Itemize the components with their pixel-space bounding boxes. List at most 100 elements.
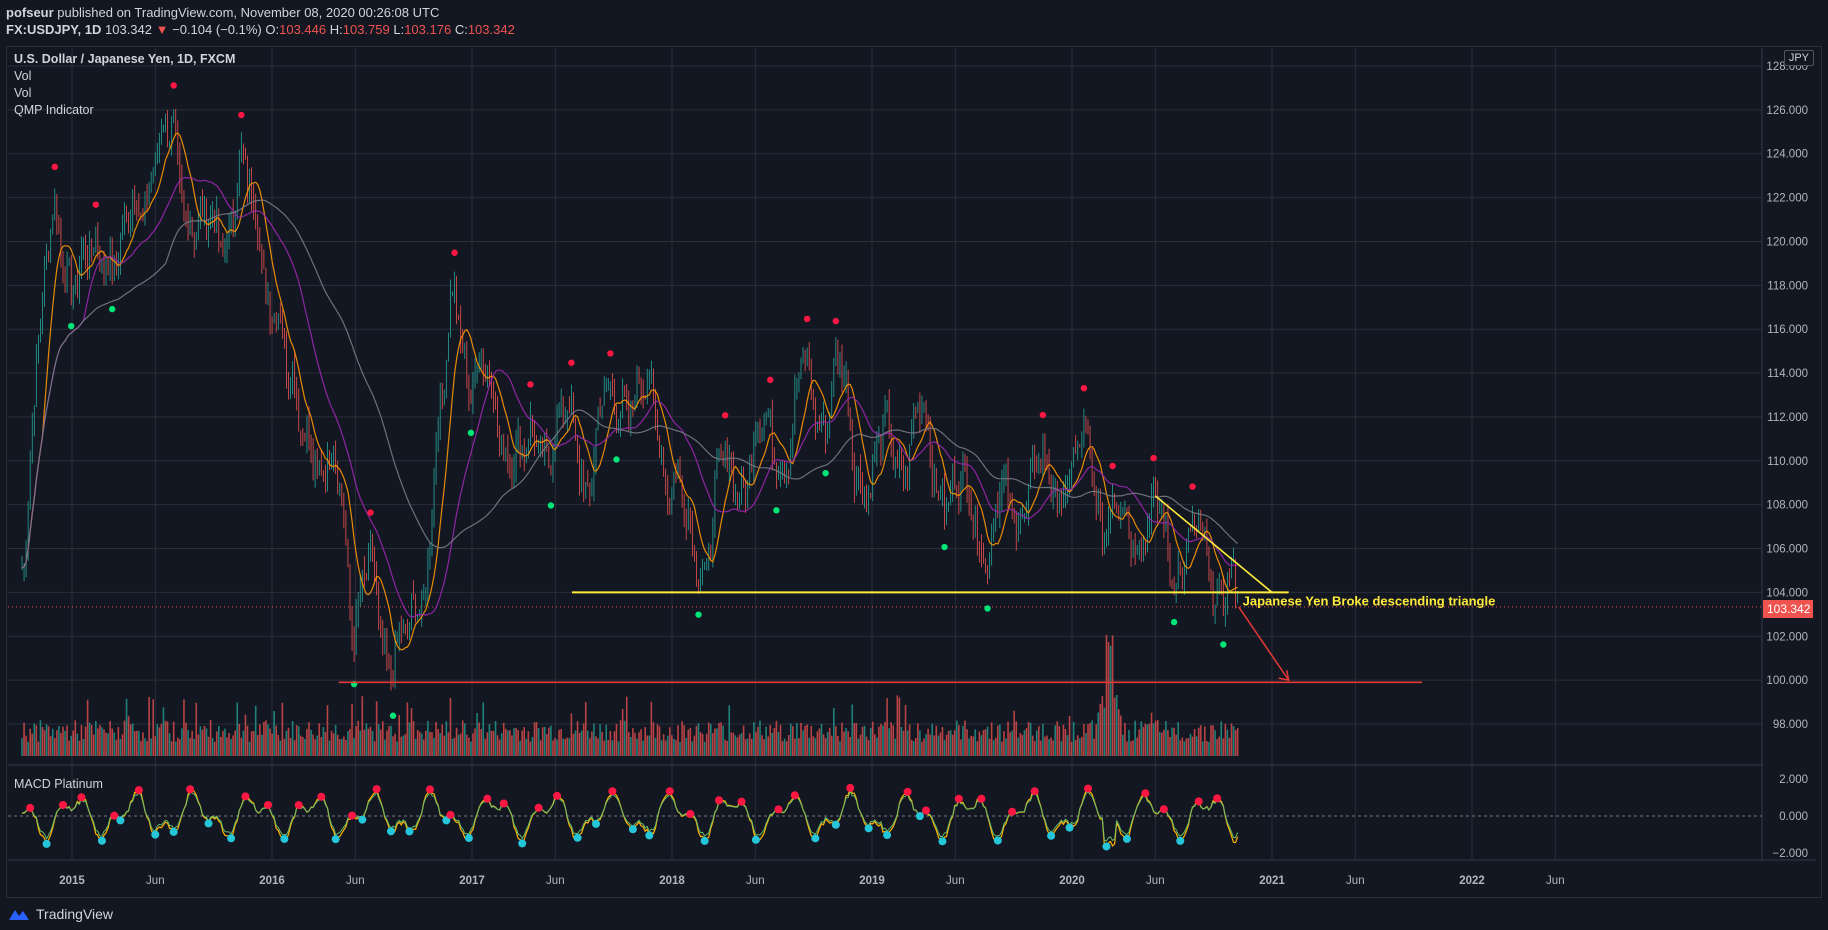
- volume-bar: [404, 733, 407, 756]
- volume-bar: [630, 736, 632, 756]
- volume-bar: [958, 725, 960, 756]
- volume-bar: [107, 733, 109, 756]
- macd-trough-dot: [116, 816, 125, 825]
- volume-bar: [1015, 721, 1018, 756]
- volume-bar: [373, 741, 376, 756]
- volume-bar: [43, 730, 46, 756]
- legend-item-vol[interactable]: Vol: [14, 68, 235, 85]
- volume-bar: [474, 728, 476, 756]
- volume-bar: [824, 738, 827, 756]
- volume-bar: [960, 739, 962, 756]
- volume-bar: [769, 725, 772, 756]
- volume-bar: [396, 741, 398, 756]
- volume-bar: [203, 725, 206, 756]
- volume-bar: [31, 733, 34, 756]
- volume-bar: [418, 731, 421, 756]
- volume-bar: [326, 705, 329, 756]
- volume-bar: [222, 730, 224, 756]
- sell-signal-dot: [527, 381, 534, 388]
- macd-peak-dot: [954, 794, 963, 803]
- macd-legend-title[interactable]: MACD Platinum: [14, 777, 103, 791]
- volume-bar: [406, 702, 409, 756]
- volume-bar: [587, 730, 589, 756]
- volume-bar: [468, 737, 470, 756]
- volume-bar: [712, 733, 714, 756]
- volume-bar: [732, 732, 735, 756]
- volume-bar: [90, 724, 93, 756]
- volume-bar: [1046, 735, 1048, 756]
- volume-bar: [589, 738, 591, 756]
- volume-bar: [439, 733, 441, 756]
- volume-bar: [767, 736, 769, 756]
- volume-bar: [1216, 739, 1218, 756]
- volume-bar: [728, 705, 731, 756]
- time-tick-label: 2015: [59, 875, 85, 887]
- macd-trough-dot: [97, 836, 106, 845]
- volume-bar: [445, 721, 448, 756]
- volume-bar: [658, 726, 661, 756]
- volume-bar: [660, 740, 663, 756]
- macd-line: [21, 785, 1239, 848]
- price-tick-label: 110.000: [1767, 456, 1808, 468]
- volume-bar: [1083, 724, 1085, 756]
- volume-bar: [560, 729, 562, 756]
- macd-trough-dot: [573, 833, 582, 842]
- volume-bar: [523, 727, 526, 756]
- volume-bar: [478, 722, 480, 756]
- volume-bar: [500, 733, 503, 756]
- macd-peak-dot: [26, 803, 35, 812]
- volume-bar: [304, 738, 306, 756]
- volume-bar: [570, 713, 573, 756]
- footer-brand[interactable]: TradingView: [8, 906, 113, 922]
- volume-bar: [828, 727, 831, 756]
- volume-bar: [714, 728, 716, 756]
- volume-bar: [1009, 732, 1011, 756]
- volume-bar: [269, 728, 271, 756]
- volume-bar: [861, 726, 864, 756]
- volume-bar: [535, 722, 538, 756]
- volume-bar: [33, 723, 36, 756]
- volume-bar: [384, 739, 386, 756]
- volume-bar: [990, 722, 993, 756]
- volume-bar: [423, 739, 425, 756]
- macd-peak-dot: [1159, 805, 1168, 814]
- sell-signal-dot: [1080, 384, 1088, 392]
- volume-bar: [982, 730, 985, 756]
- price-axis[interactable]: 128.000126.000124.000122.000120.000118.0…: [1766, 61, 1808, 860]
- volume-bar: [871, 721, 874, 756]
- volume-bar: [976, 741, 979, 756]
- volume-bar: [939, 732, 942, 756]
- macd-trough-dot: [1102, 842, 1111, 851]
- legend-title[interactable]: U.S. Dollar / Japanese Yen, 1D, FXCM: [14, 51, 235, 68]
- volume-bar: [273, 710, 275, 756]
- volume-bar: [816, 731, 819, 756]
- volume-bar: [874, 734, 876, 756]
- sell-signal-dot: [92, 201, 100, 208]
- volume-bar: [168, 733, 171, 756]
- volume-bar: [1031, 735, 1034, 756]
- legend-item-qmp[interactable]: QMP Indicator: [14, 102, 235, 119]
- legend-item-vol-2[interactable]: Vol: [14, 85, 235, 102]
- macd-peak-dot: [922, 806, 931, 815]
- volume-bar: [681, 721, 683, 756]
- price-tick-label: 98.000: [1773, 719, 1808, 731]
- macd-peak-dot: [425, 785, 434, 794]
- volume-bar: [183, 699, 185, 756]
- volume-bar: [41, 726, 44, 756]
- volume-bar: [441, 724, 444, 756]
- volume-bar: [447, 732, 450, 756]
- volume-bar: [724, 739, 726, 756]
- macd-trough-dot: [405, 827, 414, 836]
- currency-label[interactable]: JPY: [1783, 50, 1814, 66]
- volume-bar: [121, 734, 124, 756]
- price-chart[interactable]: Japanese Yen Broke descending triangle 1…: [0, 0, 1828, 930]
- macd-tick-label: −2.000: [1773, 848, 1809, 860]
- volume-bar: [88, 722, 91, 756]
- time-axis[interactable]: 2015 Jun 2016 Jun 2017 Jun 2018 Jun 2019 Jun 2020 J…: [59, 875, 1564, 887]
- drawings[interactable]: Japanese Yen Broke descending triangle: [338, 495, 1496, 684]
- volume-bar: [751, 738, 753, 756]
- price-tick-label: 102.000: [1766, 631, 1808, 643]
- volume-bar: [1132, 740, 1134, 756]
- volume-bar: [1136, 737, 1138, 756]
- macd-trough-dot: [864, 824, 873, 833]
